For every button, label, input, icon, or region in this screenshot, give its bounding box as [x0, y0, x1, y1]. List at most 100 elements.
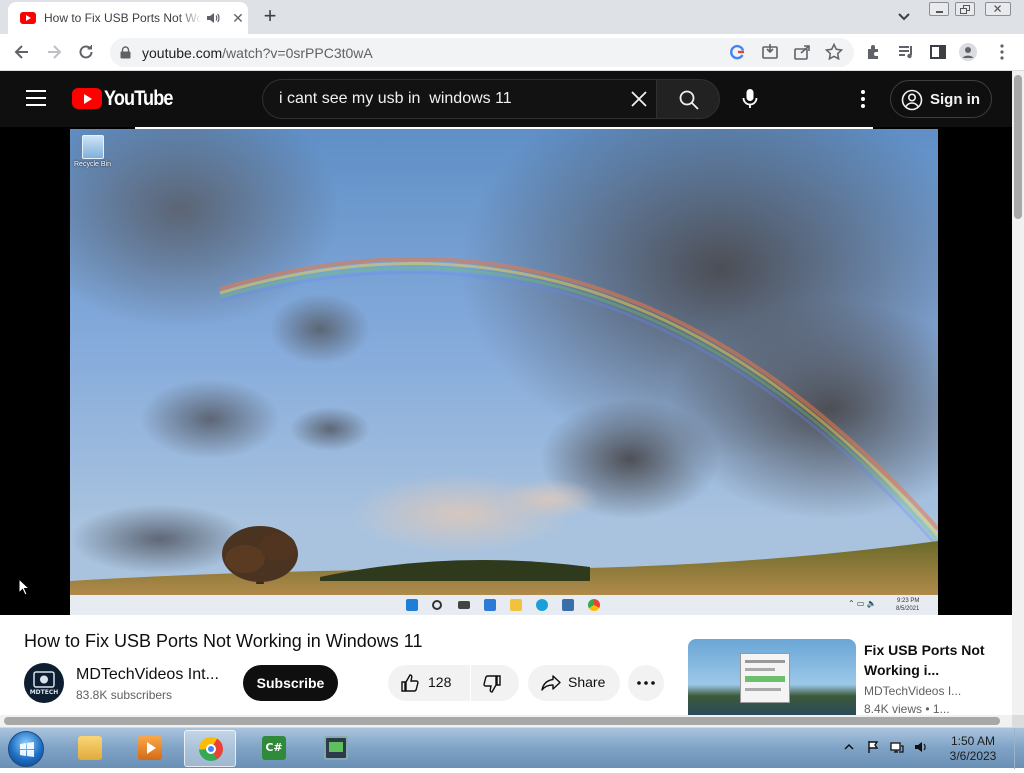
tray-expand-icon[interactable]: [842, 740, 856, 754]
windows-logo-icon: [20, 742, 34, 757]
clock-date: 3/6/2023: [949, 749, 997, 763]
taskbar-clock[interactable]: 1:50 AM 3/6/2023: [934, 734, 1012, 764]
taskbar-media-player[interactable]: [124, 730, 176, 767]
recycle-bin-icon: [82, 135, 104, 159]
reload-icon[interactable]: [76, 42, 96, 62]
speaker-icon[interactable]: [206, 11, 220, 25]
media-control-icon[interactable]: [896, 42, 916, 62]
taskbar-system-monitor[interactable]: [310, 730, 362, 767]
windows-start-icon: [406, 599, 418, 611]
youtube-masthead: YouTube i cant see my usb in windows 11: [0, 71, 1012, 127]
more-horizontal-icon: [637, 681, 655, 685]
subscribe-button[interactable]: Subscribe: [243, 665, 338, 701]
taskbar-windows-explorer[interactable]: [64, 730, 116, 767]
search-button[interactable]: [656, 79, 720, 119]
edge-icon: [536, 599, 548, 611]
like-button[interactable]: 128: [388, 665, 470, 701]
task-view-icon: [458, 601, 470, 609]
window-close-button[interactable]: [985, 2, 1011, 16]
browser-tab-strip: How to Fix USB Ports Not Working in Wind…: [0, 0, 1024, 34]
lock-icon[interactable]: [120, 46, 131, 59]
vertical-scrollbar[interactable]: [1012, 71, 1024, 715]
widgets-icon: [484, 599, 496, 611]
search-query-text[interactable]: i cant see my usb in windows 11: [279, 90, 512, 108]
recommended-video-channel[interactable]: MDTechVideos I...: [864, 684, 961, 698]
youtube-logo-icon[interactable]: [72, 88, 102, 109]
dislike-button[interactable]: [471, 665, 519, 701]
monitor-icon: [324, 736, 348, 760]
action-center-flag-icon[interactable]: [866, 740, 880, 754]
url-text[interactable]: youtube.com/watch?v=0srPPC3t0wA: [142, 45, 373, 61]
search-input[interactable]: i cant see my usb in windows 11: [262, 79, 656, 119]
address-bar[interactable]: youtube.com/watch?v=0srPPC3t0wA: [110, 38, 854, 67]
browser-tab[interactable]: How to Fix USB Ports Not Working in Wind…: [8, 2, 248, 34]
like-count: 128: [428, 674, 452, 690]
desktop-recycle-bin: Recycle Bin: [74, 135, 111, 173]
recommended-video-thumbnail[interactable]: [688, 639, 856, 715]
recommended-video-views: 8.4K views • 1...: [864, 702, 950, 715]
video-player[interactable]: Recycle Bin ⌃ ▭ 🔈 9:23 PM 8/5/2021: [0, 127, 1012, 615]
mouse-cursor-icon: [18, 578, 30, 596]
extensions-puzzle-icon[interactable]: [864, 42, 884, 62]
mdtech-logo-icon: MDTECH: [30, 671, 58, 696]
show-desktop-button[interactable]: [1014, 728, 1024, 769]
share-label: Share: [568, 674, 606, 690]
account-circle-icon: [901, 89, 923, 111]
clock-time: 1:50 AM: [950, 734, 996, 748]
window-restore-button[interactable]: [955, 2, 975, 16]
vertical-scrollbar-thumb[interactable]: [1014, 75, 1022, 219]
sign-in-button[interactable]: Sign in: [890, 80, 992, 118]
chrome-icon: [588, 599, 600, 611]
recommended-video-title[interactable]: Fix USB Ports Not Working i...: [864, 640, 1004, 680]
thumbs-up-icon: [401, 674, 419, 692]
bookmark-star-icon[interactable]: [824, 42, 844, 62]
video-frame[interactable]: Recycle Bin ⌃ ▭ 🔈 9:23 PM 8/5/2021: [70, 129, 938, 615]
hamburger-menu-icon[interactable]: [26, 90, 46, 106]
video-landscape-scene: [70, 129, 938, 595]
profile-avatar-icon[interactable]: [958, 42, 978, 62]
start-button[interactable]: [8, 731, 44, 767]
share-button[interactable]: Share: [528, 665, 620, 701]
browser-toolbar: youtube.com/watch?v=0srPPC3t0wA: [0, 34, 1024, 71]
horizontal-scrollbar-thumb[interactable]: [4, 717, 1000, 725]
sign-in-label: Sign in: [930, 91, 980, 108]
share-page-icon[interactable]: [792, 42, 812, 62]
tab-title: How to Fix USB Ports Not Working in Wind…: [44, 11, 202, 25]
youtube-logo-text[interactable]: YouTube: [104, 87, 173, 111]
channel-name[interactable]: MDTechVideos Int...: [76, 666, 219, 684]
scrollbar-corner: [1012, 715, 1024, 727]
video-tray-icons: ⌃ ▭ 🔈: [848, 599, 877, 608]
channel-avatar[interactable]: MDTECH: [24, 663, 64, 703]
install-app-icon[interactable]: [760, 42, 780, 62]
horizontal-scrollbar[interactable]: [0, 715, 1012, 727]
clear-search-icon[interactable]: [629, 89, 649, 109]
csharp-icon: C#: [262, 736, 286, 760]
system-tray: [842, 740, 930, 756]
recycle-bin-label: Recycle Bin: [74, 161, 111, 168]
subscriber-count: 83.8K subscribers: [76, 688, 173, 702]
network-icon[interactable]: [890, 740, 904, 754]
chevron-down-icon[interactable]: [894, 8, 914, 26]
window-minimize-button[interactable]: [929, 2, 949, 16]
voice-search-button[interactable]: [730, 79, 770, 119]
video-windows11-taskbar: ⌃ ▭ 🔈 9:23 PM 8/5/2021: [70, 595, 938, 615]
windows-taskbar: C# 1:50 AM 3/6/2023: [0, 727, 1024, 769]
chrome-icon: [199, 737, 223, 761]
microphone-icon: [742, 89, 758, 108]
settings-more-icon[interactable]: [852, 89, 872, 109]
store-icon: [562, 599, 574, 611]
taskbar-chrome[interactable]: [184, 730, 236, 767]
video-clock: 9:23 PM 8/5/2021: [896, 598, 920, 612]
volume-icon[interactable]: [914, 740, 928, 754]
media-player-icon: [138, 736, 162, 760]
folder-icon: [78, 736, 102, 760]
forward-arrow-icon[interactable]: [44, 42, 64, 62]
google-translate-icon[interactable]: [728, 42, 748, 62]
side-panel-icon[interactable]: [928, 42, 948, 62]
new-tab-button[interactable]: +: [258, 5, 282, 29]
back-arrow-icon[interactable]: [12, 42, 32, 62]
browser-menu-icon[interactable]: [992, 42, 1012, 62]
more-actions-button[interactable]: [628, 665, 664, 701]
tab-close-icon[interactable]: ✕: [230, 10, 246, 26]
taskbar-csharp-editor[interactable]: C#: [248, 730, 300, 767]
